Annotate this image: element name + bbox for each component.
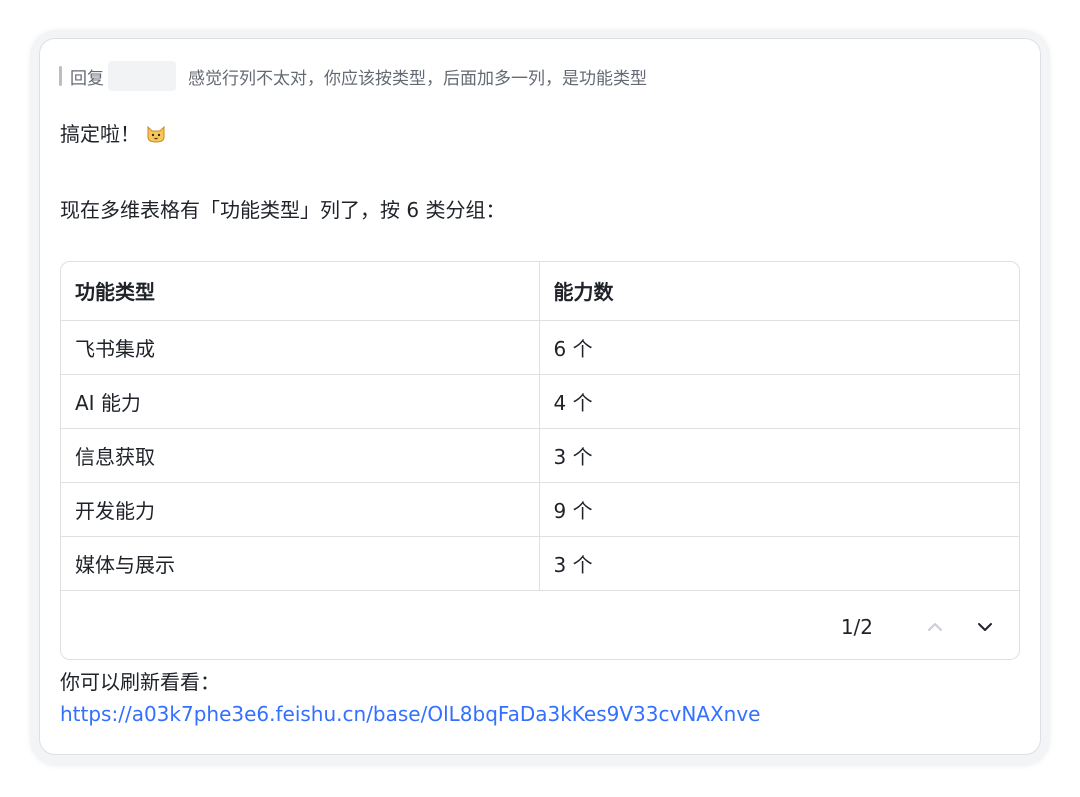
redacted-name <box>108 61 176 91</box>
reply-prefix: 回复 <box>70 68 104 89</box>
table-cell: 3 个 <box>539 428 1019 483</box>
table-cell: 4 个 <box>539 374 1019 429</box>
table-cell: 信息获取 <box>61 428 540 483</box>
message-line-1: 搞定啦！ <box>60 118 166 147</box>
previous-page-button[interactable] <box>921 613 949 641</box>
chevron-up-icon <box>928 623 942 631</box>
base-link[interactable]: https://a03k7phe3e6.feishu.cn/base/OlL8b… <box>60 702 760 726</box>
table-row: 媒体与展示 3 个 <box>61 536 1019 591</box>
table-cell: AI 能力 <box>61 374 540 429</box>
cat-face-icon <box>147 125 165 143</box>
next-page-button[interactable] <box>971 613 999 641</box>
table-row: 飞书集成 6 个 <box>61 320 1019 375</box>
chevron-down-icon <box>978 623 992 631</box>
table-header-cell: 能力数 <box>539 262 1019 321</box>
data-table: 功能类型 能力数 飞书集成 6 个 AI 能力 4 个 信息获取 3 个 开发能… <box>60 261 1020 660</box>
table-row: AI 能力 4 个 <box>61 374 1019 429</box>
table-cell: 媒体与展示 <box>61 536 540 591</box>
page-indicator: 1/2 <box>840 615 873 639</box>
reply-quote[interactable]: 回复 感觉行列不太对，你应该按类型，后面加多一列，是功能类型 <box>59 61 647 91</box>
table-header-row: 功能类型 能力数 <box>61 262 1019 321</box>
table-row: 开发能力 9 个 <box>61 482 1019 537</box>
reply-text: 感觉行列不太对，你应该按类型，后面加多一列，是功能类型 <box>188 68 647 89</box>
table-cell: 9 个 <box>539 482 1019 537</box>
table-cell: 飞书集成 <box>61 320 540 375</box>
table-header-cell: 功能类型 <box>61 262 540 321</box>
table-cell: 3 个 <box>539 536 1019 591</box>
message-line-3: 你可以刷新看看： <box>60 670 220 694</box>
message-line-1-text: 搞定啦！ <box>60 122 140 146</box>
table-row: 信息获取 3 个 <box>61 428 1019 483</box>
quote-bar <box>59 66 62 86</box>
table-pagination: 1/2 <box>841 613 999 641</box>
table-cell: 开发能力 <box>61 482 540 537</box>
message-line-2: 现在多维表格有「功能类型」列了，按 6 类分组： <box>60 198 506 222</box>
table-cell: 6 个 <box>539 320 1019 375</box>
